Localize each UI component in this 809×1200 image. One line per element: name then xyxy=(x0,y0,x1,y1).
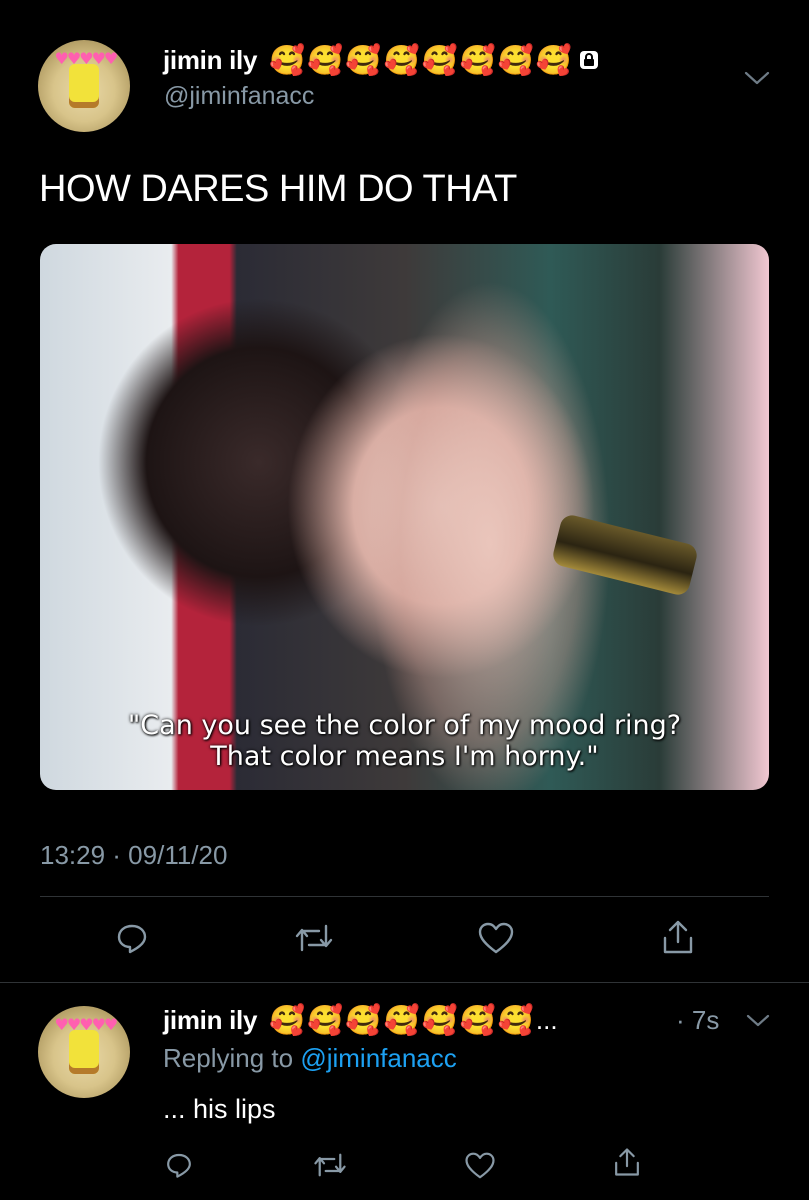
retweet-icon[interactable] xyxy=(293,922,335,954)
handle[interactable]: @jiminfanacc xyxy=(164,82,314,111)
reply-display-name[interactable]: jimin ily xyxy=(163,1005,257,1036)
emoji: 🥰 xyxy=(459,1002,496,1037)
emoji: 🥰 xyxy=(345,1002,382,1037)
emoji: 🥰 xyxy=(535,42,572,77)
emoji: 🥰 xyxy=(345,42,382,77)
replying-prefix: Replying to xyxy=(163,1043,294,1073)
emoji: 🥰 xyxy=(307,42,344,77)
reply-author-row[interactable]: jimin ily 🥰 🥰 🥰 🥰 🥰 🥰 🥰 ... xyxy=(163,1000,558,1040)
share-icon[interactable] xyxy=(660,918,696,956)
tweet-text: HOW DARES HIM DO THAT xyxy=(39,168,517,210)
heart-icon[interactable] xyxy=(464,1151,496,1180)
avatar[interactable]: ♥♥♥♥♥ xyxy=(38,40,130,132)
emoji: 🥰 xyxy=(459,42,496,77)
reply-avatar[interactable]: ♥♥♥♥♥ xyxy=(38,1006,130,1098)
emoji: 🥰 xyxy=(269,42,306,77)
reply-icon[interactable] xyxy=(164,1150,194,1180)
emoji: 🥰 xyxy=(497,1002,534,1037)
emoji: 🥰 xyxy=(307,1002,344,1037)
replying-handle-link[interactable]: @jiminfanacc xyxy=(300,1043,456,1073)
caption-line-1: "Can you see the color of my mood ring? xyxy=(127,710,682,741)
heart-icon[interactable] xyxy=(477,921,515,955)
emoji: 🥰 xyxy=(421,42,458,77)
retweet-icon[interactable] xyxy=(312,1151,348,1179)
media-caption: "Can you see the color of my mood ring? … xyxy=(40,710,769,772)
caption-line-2: That color means I'm horny." xyxy=(210,741,599,772)
reply-text: ... his lips xyxy=(163,1094,276,1124)
share-icon[interactable] xyxy=(612,1146,642,1178)
lock-icon xyxy=(578,49,600,71)
emoji: 🥰 xyxy=(421,1002,458,1037)
tweet-media-image[interactable]: "Can you see the color of my mood ring? … xyxy=(40,244,769,790)
divider xyxy=(40,896,769,897)
reply-time[interactable]: · 7s xyxy=(676,1005,719,1036)
spongebob-image xyxy=(69,1029,99,1075)
chevron-down-icon[interactable] xyxy=(742,68,772,88)
emoji: 🥰 xyxy=(497,42,534,77)
timestamp[interactable]: 13:29 · 09/11/20 xyxy=(40,840,227,871)
name-ellipsis: ... xyxy=(535,1004,558,1035)
emoji: 🥰 xyxy=(383,1002,420,1037)
reply-icon[interactable] xyxy=(114,920,150,956)
display-name[interactable]: jimin ily xyxy=(163,45,257,76)
emoji: 🥰 xyxy=(269,1002,306,1037)
emoji: 🥰 xyxy=(383,42,420,77)
author-name-row[interactable]: jimin ily 🥰 🥰 🥰 🥰 🥰 🥰 🥰 🥰 xyxy=(163,40,600,80)
divider xyxy=(0,982,809,983)
chevron-down-icon[interactable] xyxy=(744,1012,772,1030)
replying-to: Replying to @jiminfanacc xyxy=(163,1043,457,1074)
hand-shape xyxy=(340,244,640,790)
spongebob-image xyxy=(69,63,99,109)
